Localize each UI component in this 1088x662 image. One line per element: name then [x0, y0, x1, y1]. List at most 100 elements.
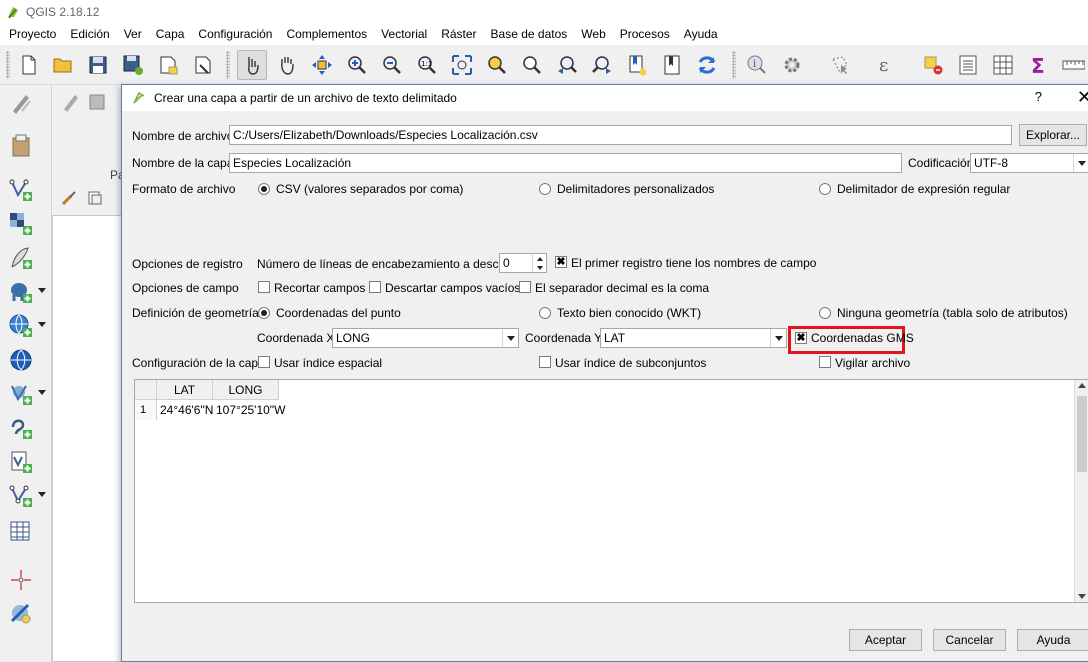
show-bookmarks-button[interactable] [657, 50, 687, 80]
sample-data-table[interactable]: LAT LONG 1 24°46'6"N 107°25'10"W [134, 379, 1088, 603]
toolbar-grip[interactable] [732, 51, 736, 79]
first-record-checkbox[interactable]: ✖ [555, 256, 567, 268]
toolbar-grip[interactable] [226, 51, 230, 79]
gps-tools-button[interactable] [6, 565, 36, 595]
point-coordinates-radio[interactable] [258, 307, 270, 319]
spatial-index-checkbox[interactable] [258, 356, 270, 368]
pan-to-selection-button[interactable] [307, 50, 337, 80]
spin-up-icon[interactable] [532, 254, 546, 263]
watch-file-checkbox[interactable] [819, 356, 831, 368]
deselect-all-button[interactable] [918, 50, 948, 80]
field-calculator-button[interactable] [988, 50, 1018, 80]
pencil-icon[interactable] [60, 91, 82, 113]
spin-down-icon[interactable] [532, 263, 546, 272]
menu-complementos[interactable]: Complementos [279, 23, 374, 45]
save-icon[interactable] [86, 91, 108, 113]
no-geometry-radio[interactable] [819, 307, 831, 319]
add-delimited-text-button[interactable] [6, 447, 36, 477]
menu-capa[interactable]: Capa [149, 23, 192, 45]
toolbar-grip[interactable] [6, 51, 10, 79]
column-header-long[interactable]: LONG [213, 380, 279, 400]
zoom-to-selection-button[interactable] [482, 50, 512, 80]
zoom-full-button[interactable] [447, 50, 477, 80]
add-wms-layer-button[interactable] [6, 311, 46, 341]
chevron-down-icon[interactable] [38, 288, 46, 293]
browse-button[interactable]: Explorar... [1019, 124, 1087, 146]
menu-ver[interactable]: Ver [117, 23, 149, 45]
x-coordinate-select[interactable]: LONG [332, 328, 519, 348]
menu-ayuda[interactable]: Ayuda [677, 23, 725, 45]
zoom-native-button[interactable]: 1:1 [412, 50, 442, 80]
add-vector-layer-button[interactable] [6, 175, 36, 205]
menu-edicion[interactable]: Edición [63, 23, 116, 45]
decimal-comma-checkbox[interactable] [519, 281, 531, 293]
save-as-button[interactable] [118, 50, 148, 80]
refresh-button[interactable] [692, 50, 722, 80]
menu-proyecto[interactable]: Proyecto [2, 23, 63, 45]
measure-line-button[interactable] [1058, 50, 1088, 80]
add-postgis-layer-button[interactable] [6, 277, 46, 307]
menu-procesos[interactable]: Procesos [613, 23, 677, 45]
new-project-button[interactable] [14, 50, 44, 80]
composer-manager-button[interactable] [188, 50, 218, 80]
add-wfs-layer-button[interactable] [6, 379, 46, 409]
layers-panel[interactable] [52, 215, 122, 662]
add-raster-layer-button[interactable] [6, 209, 36, 239]
scroll-down-icon[interactable] [1078, 594, 1086, 599]
chevron-down-icon[interactable] [38, 492, 46, 497]
discard-empty-checkbox[interactable] [369, 281, 381, 293]
skip-lines-spinbox[interactable]: 0 [499, 253, 547, 273]
zoom-next-button[interactable] [587, 50, 617, 80]
dms-coordinates-checkbox[interactable]: ✖ [795, 332, 807, 344]
statistical-summary-button[interactable]: Σ [1023, 50, 1053, 80]
add-spatialite-layer-button[interactable] [6, 243, 36, 273]
new-shapefile-button[interactable] [6, 481, 46, 511]
layer-name-field[interactable]: Especies Localización [229, 153, 902, 173]
pan-map-button[interactable] [272, 50, 302, 80]
identify-button[interactable]: i [742, 50, 772, 80]
file-name-field[interactable]: C:/Users/Elizabeth/Downloads/Especies Lo… [229, 125, 1012, 145]
zoom-last-button[interactable] [552, 50, 582, 80]
open-attribute-table-button[interactable] [953, 50, 983, 80]
table-cell-lat[interactable]: 24°46'6"N [157, 400, 213, 420]
add-group-icon[interactable] [86, 189, 104, 207]
encoding-select[interactable]: UTF-8 [970, 153, 1088, 173]
paintbrush-icon[interactable] [60, 189, 78, 207]
run-action-button[interactable] [777, 50, 807, 80]
ok-button[interactable]: Aceptar [849, 629, 922, 651]
subset-index-checkbox[interactable] [539, 356, 551, 368]
select-features-button[interactable] [826, 50, 856, 80]
menu-vectorial[interactable]: Vectorial [374, 23, 434, 45]
menu-base-de-datos[interactable]: Base de datos [484, 23, 575, 45]
select-by-expression-button[interactable]: ε [872, 50, 902, 80]
toggle-editing-button[interactable] [6, 89, 36, 119]
zoom-out-button[interactable] [377, 50, 407, 80]
zoom-in-button[interactable] [342, 50, 372, 80]
regex-delimiter-radio[interactable] [819, 183, 831, 195]
georeferencer-button[interactable] [6, 599, 36, 629]
menu-configuracion[interactable]: Configuración [191, 23, 279, 45]
save-project-button[interactable] [83, 50, 113, 80]
menu-web[interactable]: Web [574, 23, 612, 45]
new-virtual-layer-button[interactable] [6, 413, 36, 443]
new-print-composer-button[interactable] [153, 50, 183, 80]
cancel-button[interactable]: Cancelar [933, 629, 1006, 651]
zoom-to-layer-button[interactable] [517, 50, 547, 80]
menu-raster[interactable]: Ráster [434, 23, 483, 45]
csv-radio[interactable] [258, 183, 270, 195]
new-bookmark-button[interactable] [622, 50, 652, 80]
chevron-down-icon[interactable] [38, 322, 46, 327]
help-dialog-button[interactable]: Ayuda [1017, 629, 1088, 651]
close-button[interactable]: ✕ [1077, 87, 1088, 107]
add-wcs-layer-button[interactable] [6, 345, 36, 375]
save-edits-button[interactable] [6, 131, 36, 161]
y-coordinate-select[interactable]: LAT [600, 328, 787, 348]
scroll-up-icon[interactable] [1078, 383, 1086, 388]
wkt-radio[interactable] [539, 307, 551, 319]
help-button[interactable]: ? [1035, 89, 1042, 104]
add-table-button[interactable] [6, 517, 36, 547]
trim-fields-checkbox[interactable] [258, 281, 270, 293]
scrollbar-thumb[interactable] [1077, 396, 1087, 472]
pan-touch-button[interactable] [237, 50, 267, 80]
table-scrollbar[interactable] [1074, 380, 1088, 602]
